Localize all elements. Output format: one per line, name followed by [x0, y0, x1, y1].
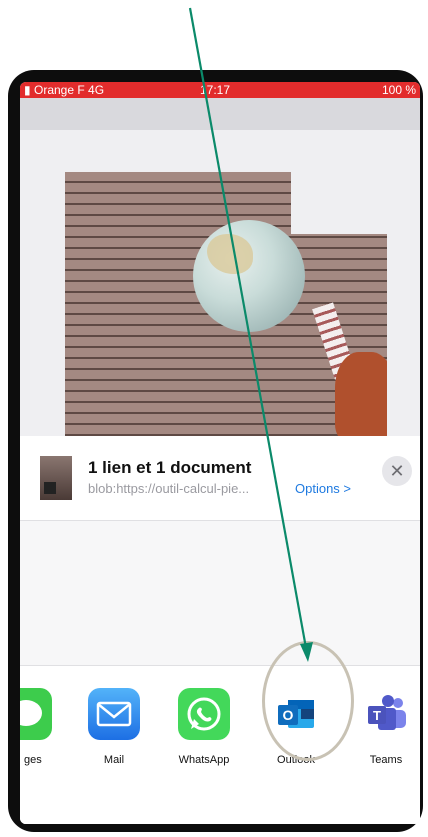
svg-text:T: T: [373, 708, 381, 723]
app-label: Teams: [369, 754, 403, 766]
clock-label: 17:17: [200, 83, 231, 97]
beach-ball: [193, 220, 305, 332]
close-button[interactable]: ✕: [382, 456, 412, 486]
mail-icon: [88, 688, 140, 740]
share-app-mail[interactable]: Mail: [82, 688, 146, 766]
app-label: ges: [24, 754, 42, 766]
share-header: 1 lien et 1 document blob:https://outil-…: [20, 436, 420, 521]
child-hair: [335, 352, 387, 438]
carrier-label: Orange F 4G: [34, 83, 105, 97]
preview-photo: [65, 172, 387, 438]
options-button[interactable]: Options >: [295, 481, 351, 496]
share-apps-row: ges Mail WhatsApp O Outlook T Teams: [20, 665, 420, 824]
browser-toolbar: [20, 98, 420, 130]
share-app-whatsapp[interactable]: WhatsApp: [172, 688, 236, 766]
messages-icon: [20, 688, 52, 740]
share-title: 1 lien et 1 document: [88, 458, 252, 477]
phone-screen: ▮ Orange F 4G 17:17 100 % 1 lien et 1 do…: [20, 82, 420, 824]
outlook-highlight-ring: [262, 641, 354, 761]
photo-cutout: [291, 172, 387, 234]
document-icon: [44, 482, 56, 494]
whatsapp-icon: [178, 688, 230, 740]
share-url: blob:https://outil-calcul-pie...: [88, 481, 250, 496]
signal-icon: ▮: [24, 83, 31, 97]
app-label: WhatsApp: [178, 754, 230, 766]
teams-icon: T: [360, 688, 412, 740]
status-bar: ▮ Orange F 4G 17:17 100 %: [20, 82, 420, 98]
app-label: Mail: [103, 754, 125, 766]
share-sheet: 1 lien et 1 document blob:https://outil-…: [20, 436, 420, 824]
share-app-messages[interactable]: ges: [20, 688, 58, 766]
share-app-teams[interactable]: T Teams: [354, 688, 418, 766]
battery-label: 100 %: [381, 83, 416, 97]
